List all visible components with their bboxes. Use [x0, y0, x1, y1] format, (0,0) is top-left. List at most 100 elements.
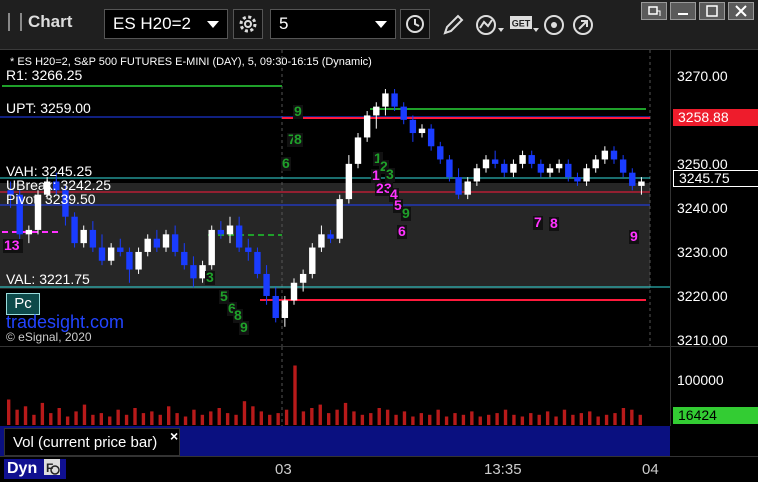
volume-bar	[411, 416, 415, 425]
drag-grip-icon[interactable]	[8, 13, 22, 31]
volume-bar	[310, 408, 314, 425]
candle-body	[336, 199, 343, 239]
volume-bar	[327, 413, 331, 425]
symbol-value: ES H20=2	[113, 14, 191, 33]
studies-button[interactable]	[474, 12, 506, 38]
dynamic-mode-button[interactable]: Dyn F	[4, 459, 66, 479]
red-price-badge: 3258.88	[673, 109, 758, 126]
volume-bar	[512, 414, 516, 425]
volume-bar	[284, 409, 289, 425]
price-tick: 3240.00	[677, 199, 728, 216]
volume-bar	[217, 408, 221, 425]
gear-icon	[239, 15, 257, 33]
close-icon	[735, 5, 747, 17]
restore-button[interactable]	[641, 2, 667, 20]
candle-body	[299, 273, 307, 283]
time-label-1335: 13:35	[484, 461, 522, 478]
sequence-label-magenta: 8	[550, 215, 558, 231]
volume-bar	[15, 409, 19, 425]
time-axis[interactable]: 03 13:35 04	[0, 456, 758, 482]
candle-body	[610, 150, 618, 160]
volume-bar	[65, 416, 70, 425]
candle-body	[455, 177, 462, 195]
minimize-button[interactable]	[670, 2, 696, 20]
volume-bar	[234, 414, 238, 425]
candle-body	[126, 251, 133, 270]
volume-bar	[470, 411, 474, 425]
esignal-copyright: © eSignal, 2020	[6, 330, 92, 344]
close-window-button[interactable]	[728, 2, 754, 20]
candle-body	[25, 229, 33, 235]
volume-bar	[116, 409, 120, 425]
volume-bar	[99, 413, 103, 425]
candle-body	[309, 247, 316, 274]
candle-body	[519, 155, 526, 164]
price-tick: 3270.00	[677, 67, 728, 84]
chevron-down-icon	[207, 21, 219, 28]
candle-body	[638, 181, 645, 186]
candle-body	[117, 247, 124, 252]
navigate-button[interactable]	[570, 12, 596, 38]
candle-body	[363, 115, 371, 138]
volume-bar	[108, 416, 112, 425]
candle-body	[135, 251, 142, 270]
price-chart[interactable]: 13 1 2 3 4 5 6 7 8 9 9 7 8 6 1 2 3 3 5 6 8 9 9 * ES H20=2, S&P…	[0, 50, 670, 346]
app-title: Chart	[8, 12, 72, 32]
dynamic-mode-label: Dyn	[7, 460, 38, 477]
sequence-label-magenta: 2	[376, 180, 384, 196]
candle-body	[528, 155, 535, 164]
restore-icon	[648, 6, 661, 16]
interval-select[interactable]: 5	[270, 9, 396, 39]
volume-bar	[352, 411, 356, 425]
volume-bar	[242, 401, 247, 425]
candle-body	[373, 106, 380, 116]
candle-body	[281, 300, 289, 318]
price-axis[interactable]: 3270.003260.003250.003240.003230.003220.…	[670, 50, 758, 348]
volume-bar	[419, 413, 423, 425]
value-area-band	[0, 183, 650, 289]
interval-clock-button[interactable]	[400, 9, 430, 39]
volume-bar	[32, 414, 36, 425]
volume-pane[interactable]	[0, 346, 670, 427]
candle-body	[565, 163, 572, 178]
candle-body	[391, 93, 398, 107]
volume-bar	[402, 411, 407, 425]
volume-bar	[82, 404, 87, 425]
maximize-icon	[706, 5, 718, 17]
window-controls	[641, 2, 754, 20]
sequence-label-green: 5	[220, 288, 228, 304]
candle-body	[418, 128, 426, 134]
price-chart-canvas[interactable]: 1312 34567 899786 123356899	[0, 50, 670, 346]
maximize-button[interactable]	[699, 2, 725, 20]
pencil-icon	[443, 14, 464, 35]
volume-bar	[562, 409, 567, 425]
volume-close-icon[interactable]: ×	[170, 428, 178, 444]
symbol-settings-button[interactable]	[233, 9, 263, 39]
candle-body	[546, 168, 554, 173]
volume-bar	[385, 409, 390, 425]
volume-bar	[7, 399, 11, 425]
volume-bar	[183, 416, 188, 425]
candle-body	[583, 168, 590, 182]
link-button[interactable]	[541, 12, 567, 38]
chevron-down-icon	[375, 21, 387, 28]
candle-body	[153, 238, 161, 248]
candle-body	[555, 163, 563, 169]
volume-bar	[360, 414, 365, 425]
volume-bar	[158, 414, 162, 425]
candle-body	[89, 229, 97, 248]
volume-bar	[57, 408, 61, 425]
candle-body	[80, 229, 87, 244]
candle-body	[199, 265, 206, 279]
val-label: VAL: 3221.75	[6, 271, 90, 287]
volume-bar	[604, 414, 609, 425]
draw-pencil-button[interactable]	[440, 12, 466, 38]
volume-bar	[453, 413, 457, 425]
candle-body	[181, 251, 188, 266]
symbol-select[interactable]: ES H20=2	[104, 9, 228, 39]
volume-bar	[630, 409, 634, 425]
volume-bar	[318, 404, 322, 425]
volume-bar	[225, 413, 230, 425]
get-data-button[interactable]: GET	[508, 12, 540, 38]
sequence-label-green: 9	[294, 103, 302, 119]
